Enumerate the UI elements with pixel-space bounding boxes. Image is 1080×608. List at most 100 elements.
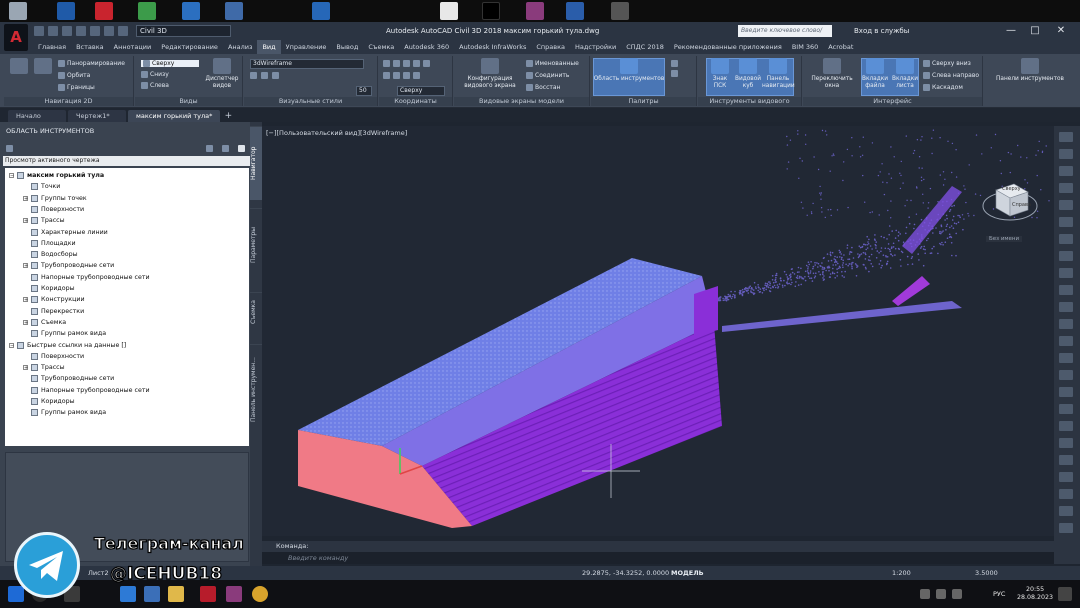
document-tab[interactable]: максим горький тула*	[128, 110, 221, 122]
ribbon-tab[interactable]: BIM 360	[787, 40, 823, 54]
tree-item[interactable]: Поверхности	[23, 204, 84, 215]
tile-horizontal-button[interactable]: Слева направо	[923, 72, 979, 79]
tray-icon-2[interactable]	[936, 589, 946, 599]
opacity-field[interactable]: 50	[356, 86, 372, 96]
save-icon[interactable]	[62, 26, 72, 36]
tree-item[interactable]: Напорные трубопроводные сети	[23, 272, 150, 283]
app-logo-icon[interactable]: A	[4, 24, 28, 51]
toolspace-side-tab[interactable]: Навигатор	[250, 126, 262, 200]
edges-icon[interactable]	[272, 72, 279, 79]
ucs-world-icon[interactable]	[393, 60, 400, 67]
ribbon-tab[interactable]: Вид	[257, 40, 281, 54]
join-viewports-button[interactable]: Соединить	[526, 72, 569, 79]
tree-expander-icon[interactable]: −	[9, 173, 14, 179]
nav-tool-icon[interactable]	[1059, 387, 1073, 397]
help-icon[interactable]	[238, 145, 245, 152]
restore-viewports-button[interactable]: Восстан	[526, 84, 560, 91]
tree-item[interactable]: + Трубопроводные сети	[23, 260, 114, 271]
navbar-button[interactable]: Панель навигации	[762, 58, 795, 90]
ribbon-tab[interactable]: СПДС 2018	[621, 40, 669, 54]
new-tab-button[interactable]: +	[222, 110, 234, 122]
nav-tool-icon[interactable]	[1059, 523, 1073, 533]
nav-tool-icon[interactable]	[1059, 285, 1073, 295]
ucs-origin-icon[interactable]	[403, 60, 410, 67]
ribbon-tab[interactable]: Надстройки	[570, 40, 621, 54]
nav-tool-icon[interactable]	[1059, 319, 1073, 329]
ucs-z-icon[interactable]	[413, 60, 420, 67]
revit-icon[interactable]	[57, 2, 75, 20]
tree-item[interactable]: − Быстрые ссылки на данные []	[9, 340, 126, 351]
tree-item[interactable]: + Съемка	[23, 317, 66, 328]
ucs-x-icon[interactable]	[383, 72, 390, 79]
shield-app-icon[interactable]	[312, 2, 330, 20]
tree-expander-icon[interactable]: +	[23, 195, 28, 201]
model-space-toggle[interactable]: МОДЕЛЬ	[671, 569, 704, 577]
view-left[interactable]: Слева	[141, 82, 169, 89]
toolspace-menu-icon[interactable]	[6, 145, 13, 152]
ribbon-tab[interactable]: Autodesk InfraWorks	[454, 40, 531, 54]
nav-tool-icon[interactable]	[1059, 302, 1073, 312]
recycle-bin-icon[interactable]	[9, 2, 27, 20]
maximize-button[interactable]: □	[1024, 24, 1046, 38]
ucs-view-icon[interactable]	[403, 72, 410, 79]
tree-item[interactable]: + Конструкции	[23, 294, 85, 305]
print-icon[interactable]	[90, 26, 100, 36]
tree-item[interactable]: + Группы точек	[23, 193, 87, 204]
nav-tool-icon[interactable]	[1059, 472, 1073, 482]
tree-expander-icon[interactable]: +	[23, 218, 28, 224]
ucs-view-select[interactable]: Сверху	[397, 86, 445, 96]
nav-tool-icon[interactable]	[1059, 200, 1073, 210]
tree-item[interactable]: Поверхности	[23, 351, 84, 362]
monitor-icon[interactable]	[440, 2, 458, 20]
new-file-icon[interactable]	[34, 26, 44, 36]
notifications-icon[interactable]	[1058, 587, 1072, 601]
nav-tool-icon[interactable]	[1059, 268, 1073, 278]
toolspace-side-tab[interactable]: Панель инструмен...	[250, 344, 262, 434]
tree-item[interactable]: Характерные линии	[23, 227, 108, 238]
ribbon-tab[interactable]: Главная	[33, 40, 71, 54]
language-indicator[interactable]: РУС	[993, 590, 1005, 598]
nav-tool-icon[interactable]	[1059, 421, 1073, 431]
tray-icon-1[interactable]	[920, 589, 930, 599]
viewcube-button[interactable]: Видовой куб	[734, 58, 762, 90]
ribbon-tab[interactable]: Аннотации	[109, 40, 157, 54]
open-file-icon[interactable]	[48, 26, 58, 36]
steeringwheel-button[interactable]	[8, 58, 30, 76]
nav-tool-icon[interactable]	[1059, 183, 1073, 193]
toolspace-button[interactable]: Область инструментов	[593, 58, 665, 83]
orbit-button[interactable]: Орбита	[58, 72, 90, 79]
gear-app-icon[interactable]	[225, 2, 243, 20]
tree-item[interactable]: Группы рамок вида	[23, 407, 106, 418]
document-tab[interactable]: Начало	[8, 110, 66, 122]
ribbon-tab[interactable]: Acrobat	[823, 40, 858, 54]
minimize-button[interactable]: —	[1000, 24, 1022, 38]
tree-item[interactable]: + Трассы	[23, 215, 65, 226]
tile-vertical-button[interactable]: Сверху вниз	[923, 60, 971, 67]
signin-button[interactable]: Вход в службы	[854, 27, 909, 35]
viewport-config-button[interactable]: Конфигурация видового экрана	[460, 58, 520, 90]
shadow-icon[interactable]	[261, 72, 268, 79]
tree-item[interactable]: Коридоры	[23, 396, 75, 407]
nav-tool-icon[interactable]	[1059, 149, 1073, 159]
toolspace-item-icon[interactable]	[222, 145, 229, 152]
tree-item[interactable]: Площадки	[23, 238, 76, 249]
view-top[interactable]: Сверху	[141, 60, 199, 67]
view-bottom[interactable]: Снизу	[141, 71, 169, 78]
nav-tool-icon[interactable]	[1059, 132, 1073, 142]
tree-item[interactable]: Перекрестки	[23, 306, 84, 317]
nav-tool-icon[interactable]	[1059, 489, 1073, 499]
toolspace-tree-icon[interactable]	[206, 145, 213, 152]
document-tab[interactable]: Чертеж1*	[68, 110, 126, 122]
nav-tool-icon[interactable]	[1059, 251, 1073, 261]
layers-icon[interactable]	[671, 70, 678, 77]
prospector-view-select[interactable]: Просмотр активного чертежа	[3, 156, 250, 166]
ribbon-tab[interactable]: Autodesk 360	[399, 40, 454, 54]
tree-item[interactable]: Трубопроводные сети	[23, 373, 114, 384]
tree-item[interactable]: Водосборы	[23, 249, 78, 260]
word-icon[interactable]	[566, 2, 584, 20]
pan-button[interactable]: Панорамирование	[58, 60, 125, 67]
wcs-menu[interactable]: Без имени	[986, 236, 1023, 242]
tree-expander-icon[interactable]: +	[23, 263, 28, 269]
black-app-icon[interactable]	[482, 2, 500, 20]
redo-icon[interactable]	[118, 26, 128, 36]
